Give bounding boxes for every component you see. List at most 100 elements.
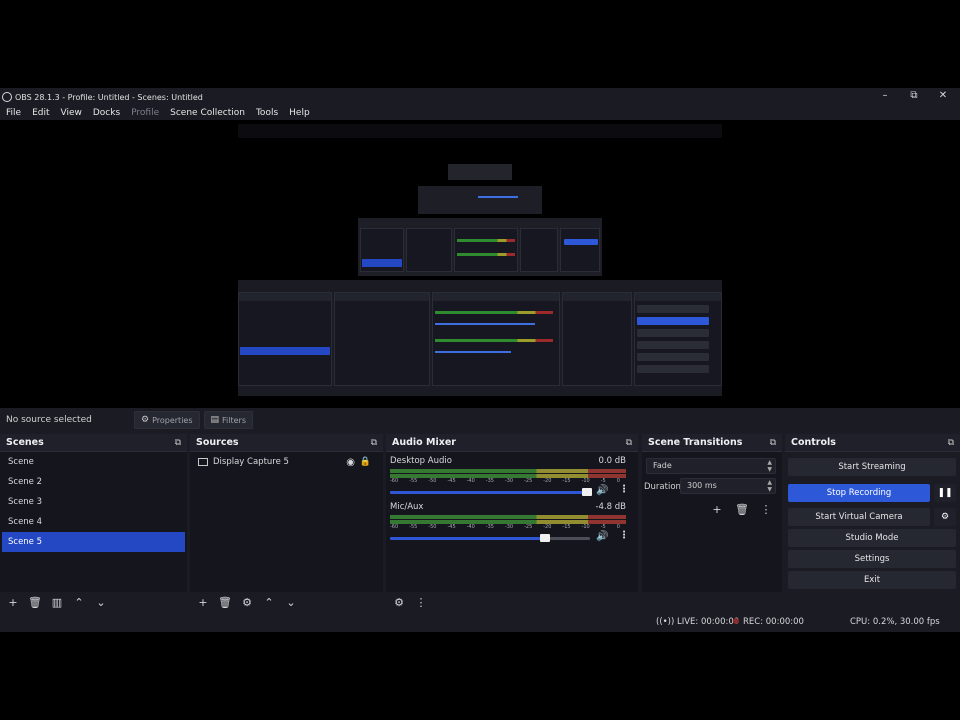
trash-icon[interactable]: 🗑	[733, 502, 751, 518]
minimize-button[interactable]: –	[877, 90, 893, 101]
more-icon[interactable]: ⋮	[757, 502, 775, 518]
pause-icon[interactable]: ❚❚	[934, 484, 956, 502]
source-item[interactable]: Display Capture 5 ◉ 🔒	[190, 452, 383, 472]
properties-button[interactable]: ⚙ Properties	[134, 411, 200, 429]
float-icon[interactable]: ⧉	[626, 438, 632, 448]
eye-icon[interactable]: ◉	[346, 457, 355, 468]
gear-icon[interactable]: ⚙	[238, 595, 256, 611]
maximize-button[interactable]: ⧉	[906, 90, 922, 101]
volume-slider[interactable]	[390, 537, 542, 540]
start-virtual-camera-button[interactable]: Start Virtual Camera	[788, 508, 930, 526]
chevron-down-icon[interactable]: ⌄	[282, 595, 300, 611]
controls-title: Controls	[791, 437, 836, 448]
start-streaming-button[interactable]: Start Streaming	[788, 458, 956, 476]
nested-inner-mixer	[454, 228, 518, 272]
trash-icon[interactable]: 🗑	[216, 595, 234, 611]
transition-select[interactable]: Fade ▲ ▼	[646, 458, 776, 474]
obs-window: OBS 28.1.3 - Profile: Untitled - Scenes:…	[0, 88, 960, 632]
scene-item[interactable]: Scene 3	[0, 492, 187, 512]
scale-tick: -45	[447, 524, 456, 530]
sources-list: Display Capture 5 ◉ 🔒	[190, 452, 383, 592]
more-icon[interactable]: ⋮	[412, 595, 430, 611]
float-icon[interactable]: ⧉	[175, 438, 181, 448]
menu-docks[interactable]: Docks	[93, 108, 120, 118]
channel-name: Desktop Audio	[390, 456, 452, 466]
scene-item[interactable]: Scene	[0, 452, 187, 472]
nested-ctrl-3	[637, 329, 709, 337]
scale-tick: -10	[581, 478, 590, 484]
filter-icon[interactable]: ▥	[48, 595, 66, 611]
volume-slider[interactable]	[390, 491, 586, 494]
channel-db: -4.8 dB	[595, 502, 626, 512]
nested-ctrl-6	[637, 365, 709, 373]
chevron-up-icon[interactable]: ⌃	[260, 595, 278, 611]
controls-header: Controls ⧉	[785, 434, 960, 452]
title-bar: OBS 28.1.3 - Profile: Untitled - Scenes:…	[0, 88, 960, 106]
nested-scene-selected	[240, 347, 330, 355]
nested-meter-2	[435, 339, 553, 342]
gear-icon[interactable]: ⚙	[934, 508, 956, 526]
nested-inner-scenes	[360, 228, 404, 272]
filters-button[interactable]: ▤ Filters	[203, 411, 254, 429]
menu-help[interactable]: Help	[289, 108, 310, 118]
scale-tick: -35	[485, 524, 494, 530]
scale-tick: -25	[524, 524, 533, 530]
more-icon[interactable]: ⋮	[619, 530, 629, 541]
float-icon[interactable]: ⧉	[770, 438, 776, 448]
speaker-icon[interactable]: 🔊	[596, 485, 608, 496]
add-icon[interactable]: +	[4, 595, 22, 611]
stop-recording-button[interactable]: Stop Recording	[788, 484, 930, 502]
settings-button[interactable]: Settings	[788, 550, 956, 568]
chevron-up-icon[interactable]: ⌃	[70, 595, 88, 611]
menu-scene-collection[interactable]: Scene Collection	[170, 108, 245, 118]
more-icon[interactable]: ⋮	[619, 484, 629, 495]
nested-inner-window	[358, 218, 602, 276]
scale-tick: -35	[485, 478, 494, 484]
source-toolbar: No source selected ⚙ Properties ▤ Filter…	[0, 408, 960, 432]
scene-item[interactable]: Scene 4	[0, 512, 187, 532]
nested-scenes	[238, 292, 332, 386]
trash-icon[interactable]: 🗑	[26, 595, 44, 611]
scene-item[interactable]: Scene 2	[0, 472, 187, 492]
chevron-down-icon[interactable]: ⌄	[92, 595, 110, 611]
preview-canvas[interactable]	[0, 120, 960, 408]
nested-ctrl-4	[637, 341, 709, 349]
mixer-settings-icon[interactable]: ⚙	[390, 595, 408, 611]
controls-dock: Controls ⧉ Start Streaming Stop Recordin…	[785, 434, 960, 614]
scale-tick: -25	[524, 478, 533, 484]
float-icon[interactable]: ⧉	[948, 438, 954, 448]
add-icon[interactable]: +	[194, 595, 212, 611]
volume-knob[interactable]	[540, 534, 550, 542]
menu-bar: File Edit View Docks Profile Scene Colle…	[0, 106, 315, 120]
volume-knob[interactable]	[582, 488, 592, 496]
float-icon[interactable]: ⧉	[371, 438, 377, 448]
menu-profile[interactable]: Profile	[131, 108, 159, 118]
scenes-header: Scenes ⧉	[0, 434, 187, 452]
menu-edit[interactable]: Edit	[32, 108, 49, 118]
scenes-footer: + 🗑 ▥ ⌃ ⌄	[0, 592, 187, 614]
speaker-icon[interactable]: 🔊	[596, 531, 608, 542]
nested-inner-meter-2	[457, 253, 515, 256]
nested-sources-header	[335, 293, 429, 301]
studio-mode-button[interactable]: Studio Mode	[788, 529, 956, 547]
menu-file[interactable]: File	[6, 108, 21, 118]
exit-button[interactable]: Exit	[788, 571, 956, 589]
add-icon[interactable]: +	[708, 502, 726, 518]
scale-tick: -10	[581, 524, 590, 530]
scenes-title: Scenes	[6, 437, 44, 448]
nested-ctrl-5	[637, 353, 709, 361]
nested-ctrl-1	[637, 305, 709, 313]
live-status: ((•)) LIVE: 00:00:00	[656, 617, 739, 627]
menu-view[interactable]: View	[61, 108, 82, 118]
broadcast-icon: ((•))	[656, 617, 677, 627]
nested-inner-sources	[406, 228, 452, 272]
lock-icon[interactable]: 🔒	[360, 457, 371, 467]
close-button[interactable]: ✕	[935, 90, 951, 101]
sources-header: Sources ⧉	[190, 434, 383, 452]
scenes-list: Scene Scene 2 Scene 3 Scene 4 Scene 5	[0, 452, 187, 592]
cpu-status: CPU: 0.2%, 30.00 fps	[850, 617, 940, 627]
mixer-title: Audio Mixer	[392, 437, 456, 448]
duration-input[interactable]: 300 ms ▲ ▼	[680, 478, 776, 494]
scene-item-selected[interactable]: Scene 5	[2, 532, 185, 552]
menu-tools[interactable]: Tools	[256, 108, 278, 118]
